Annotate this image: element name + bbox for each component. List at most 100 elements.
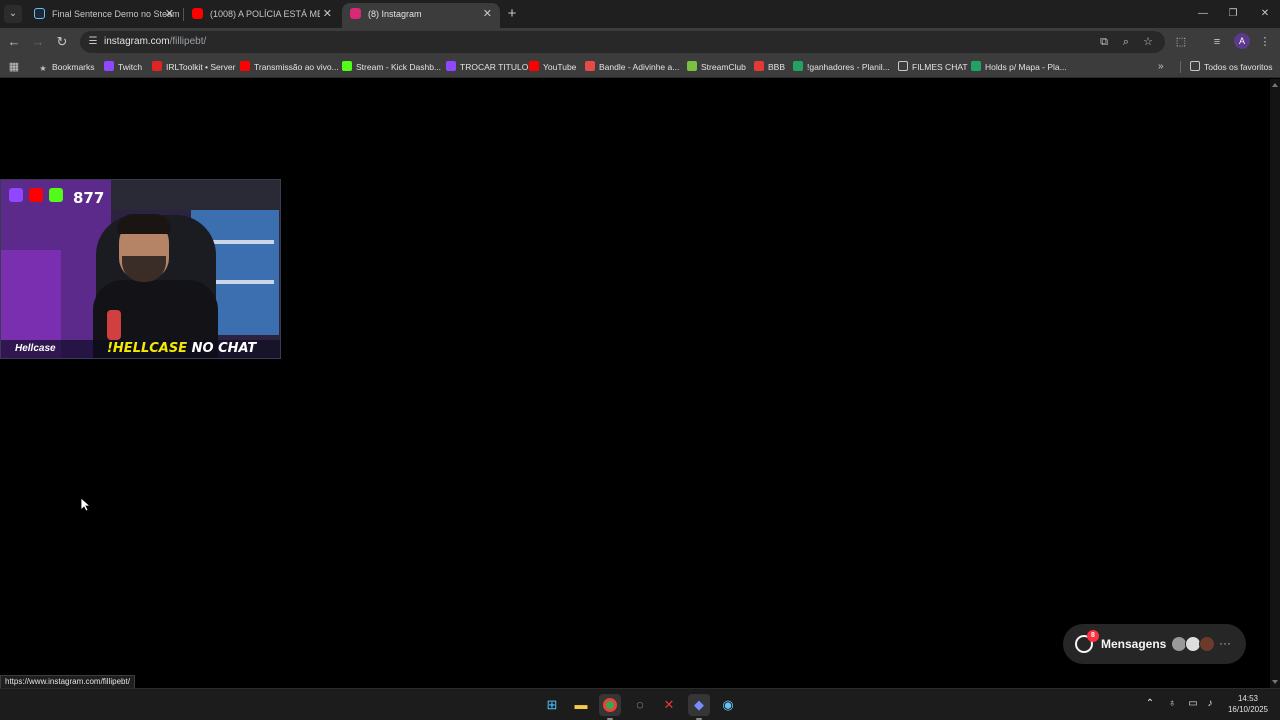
tab-youtube[interactable]: (1008) A POLÍCIA ESTÁ ME SEGU ✕ — [184, 3, 340, 28]
bookmark-filmes-chat[interactable]: FILMES CHAT — [898, 56, 968, 78]
bookmark-label: BBB — [768, 62, 786, 72]
url-text[interactable]: instagram.com/fillipebt/ — [104, 31, 206, 53]
youtube-icon — [192, 8, 203, 19]
bookmark-holds-p-mapa-pla[interactable]: Holds p/ Mapa - Pla... — [971, 56, 1067, 78]
all-bookmarks-folder[interactable]: Todos os favoritos — [1190, 56, 1273, 78]
messages-button[interactable]: 8 Mensagens ··· — [1063, 624, 1246, 664]
bookmark-label: Holds p/ Mapa - Pla... — [985, 62, 1067, 72]
tray-overflow-icon[interactable]: ⌃ — [1143, 697, 1157, 711]
close-tab-icon[interactable]: ✕ — [165, 3, 174, 25]
menu-kebab-icon[interactable]: ⋮ — [1256, 33, 1274, 51]
bookmark-youtube[interactable]: YouTube — [529, 56, 576, 78]
close-tab-icon[interactable]: ✕ — [483, 3, 492, 25]
steam-icon — [34, 8, 45, 19]
bookmark-label: FILMES CHAT — [912, 62, 968, 72]
close-tab-icon[interactable]: ✕ — [323, 3, 332, 25]
app-icon[interactable]: ◆ — [688, 694, 710, 716]
volume-icon[interactable]: ♪ — [1203, 697, 1217, 711]
bookmark-label: !ganhadores - Planil... — [807, 62, 890, 72]
date: 16/10/2025 — [1227, 705, 1269, 714]
chrome-icon[interactable] — [599, 694, 621, 716]
tab-title: Final Sentence Demo no Steam — [52, 9, 180, 19]
sponsor-brand: Hellcase — [15, 343, 56, 354]
scroll-up-arrow[interactable] — [1272, 83, 1278, 87]
zoom-icon[interactable]: ⌕ — [1118, 34, 1134, 50]
streamer-hair — [117, 214, 171, 234]
bookmark-label: Transmissão ao vivo... — [254, 62, 339, 72]
forward-button[interactable]: → — [29, 33, 47, 51]
clock[interactable]: 14:53 16/10/2025 — [1222, 693, 1274, 715]
viewer-count: 877 — [73, 189, 105, 207]
windows-taskbar: ⊞ ▬ ◌ ✕ ◆ ◉ ⌃ ♁ ▭ ♪ 14:53 16/10/2025 — [0, 688, 1280, 720]
wall-top — [111, 180, 280, 210]
scrollbar[interactable] — [1270, 79, 1280, 688]
profile-avatar[interactable]: A — [1234, 33, 1250, 49]
bookmarks-bar: ▦ ★ Bookmarks Twitch IRLToolkit • Server Tra… — [0, 56, 1280, 78]
bookmark-ganhadores-planil[interactable]: !ganhadores - Planil... — [793, 56, 890, 78]
bookmark-label: IRLToolkit • Server — [166, 62, 236, 72]
twitch-icon — [446, 61, 456, 71]
start-icon[interactable]: ⊞ — [541, 694, 563, 716]
twitch-icon — [104, 61, 114, 71]
obs-icon[interactable]: ◌ — [629, 694, 651, 716]
kick-icon — [49, 188, 63, 202]
bbb-icon — [754, 61, 764, 71]
bookmark-label: Twitch — [118, 62, 143, 72]
close-window-button[interactable]: ✕ — [1250, 4, 1280, 24]
microphone-icon[interactable]: ♁ — [1165, 697, 1179, 711]
bookmark-bandle-adivinhe-a[interactable]: Bandle - Adivinhe a... — [585, 56, 679, 78]
scroll-down-arrow[interactable] — [1272, 680, 1278, 684]
file-explorer-icon[interactable]: ▬ — [570, 694, 592, 716]
back-button[interactable]: ← — [5, 33, 23, 51]
bookmark-label: YouTube — [543, 62, 577, 72]
microphone — [107, 310, 121, 340]
install-app-icon[interactable]: ⧉ — [1096, 34, 1112, 50]
tab-search-button[interactable]: ⌄ — [4, 5, 22, 23]
bookmark-stream-kick-dashb[interactable]: Stream - Kick Dashb... — [342, 56, 441, 78]
bookmark-bookmarks[interactable]: ★ Bookmarks — [38, 56, 95, 78]
network-icon[interactable]: ▭ — [1186, 697, 1200, 711]
bookmark-streamclub[interactable]: StreamClub — [687, 56, 746, 78]
time: 14:53 — [1237, 694, 1259, 703]
kick-icon — [342, 61, 352, 71]
steam-icon[interactable]: ◉ — [717, 694, 739, 716]
minimize-button[interactable]: — — [1188, 4, 1218, 24]
bookmark-twitch[interactable]: Twitch — [104, 56, 142, 78]
youtube-icon — [240, 61, 250, 71]
bookmark-irltoolkit-server[interactable]: IRLToolkit • Server — [152, 56, 235, 78]
status-bar-url: https://www.instagram.com/fillipebt/ — [0, 675, 135, 689]
reload-button[interactable]: ↻ — [53, 33, 71, 51]
webcam-overlay: 877 Hellcase !HELLCASE NO CHAT — [0, 179, 281, 359]
tab-title: (8) Instagram — [368, 9, 422, 19]
folder-icon — [1190, 61, 1200, 71]
bookmark-bbb[interactable]: BBB — [754, 56, 785, 78]
bookmark-star-icon[interactable]: ☆ — [1140, 34, 1156, 50]
avatar — [1199, 636, 1215, 652]
tab-steam[interactable]: Final Sentence Demo no Steam ✕ — [26, 3, 182, 28]
tab-title: (1008) A POLÍCIA ESTÁ ME SEGU — [210, 9, 320, 19]
address-bar[interactable]: ☰ instagram.com/fillipebt/ ⧉ ⌕ ☆ — [80, 31, 1165, 53]
bookmark-trocar-titulo[interactable]: TROCAR TITULO — [446, 56, 528, 78]
page-content: 877 Hellcase !HELLCASE NO CHAT 8 Mensage… — [0, 79, 1280, 688]
tab-strip: ⌄ Final Sentence Demo no Steam ✕ (1008) … — [0, 0, 1280, 28]
new-tab-button[interactable]: + — [505, 4, 519, 24]
streamclub-icon — [687, 61, 697, 71]
sheets-icon — [793, 61, 803, 71]
bandle-icon — [585, 61, 595, 71]
apps-grid-icon[interactable]: ▦ — [7, 60, 21, 74]
youtube-icon — [29, 188, 43, 202]
more-icon[interactable]: ··· — [1219, 624, 1231, 662]
restore-button[interactable]: ❐ — [1218, 4, 1248, 24]
site-info-icon[interactable]: ☰ — [86, 35, 100, 49]
bookmark-transmiss-o-ao-vivo[interactable]: Transmissão ao vivo... — [240, 56, 339, 78]
streamer-app-icon[interactable]: ✕ — [658, 694, 680, 716]
tab-instagram[interactable]: (8) Instagram ✕ — [342, 3, 500, 28]
youtube-icon — [529, 61, 539, 71]
bookmark-label: Bookmarks — [52, 62, 95, 72]
sheets-icon — [971, 61, 981, 71]
more-bookmarks-icon[interactable]: » — [1158, 56, 1164, 78]
media-controls-icon[interactable]: ≡ — [1208, 33, 1226, 51]
sponsor-cta: !HELLCASE NO CHAT — [107, 341, 257, 356]
star-icon: ★ — [39, 64, 47, 73]
extensions-icon[interactable]: ⬚ — [1172, 33, 1190, 51]
